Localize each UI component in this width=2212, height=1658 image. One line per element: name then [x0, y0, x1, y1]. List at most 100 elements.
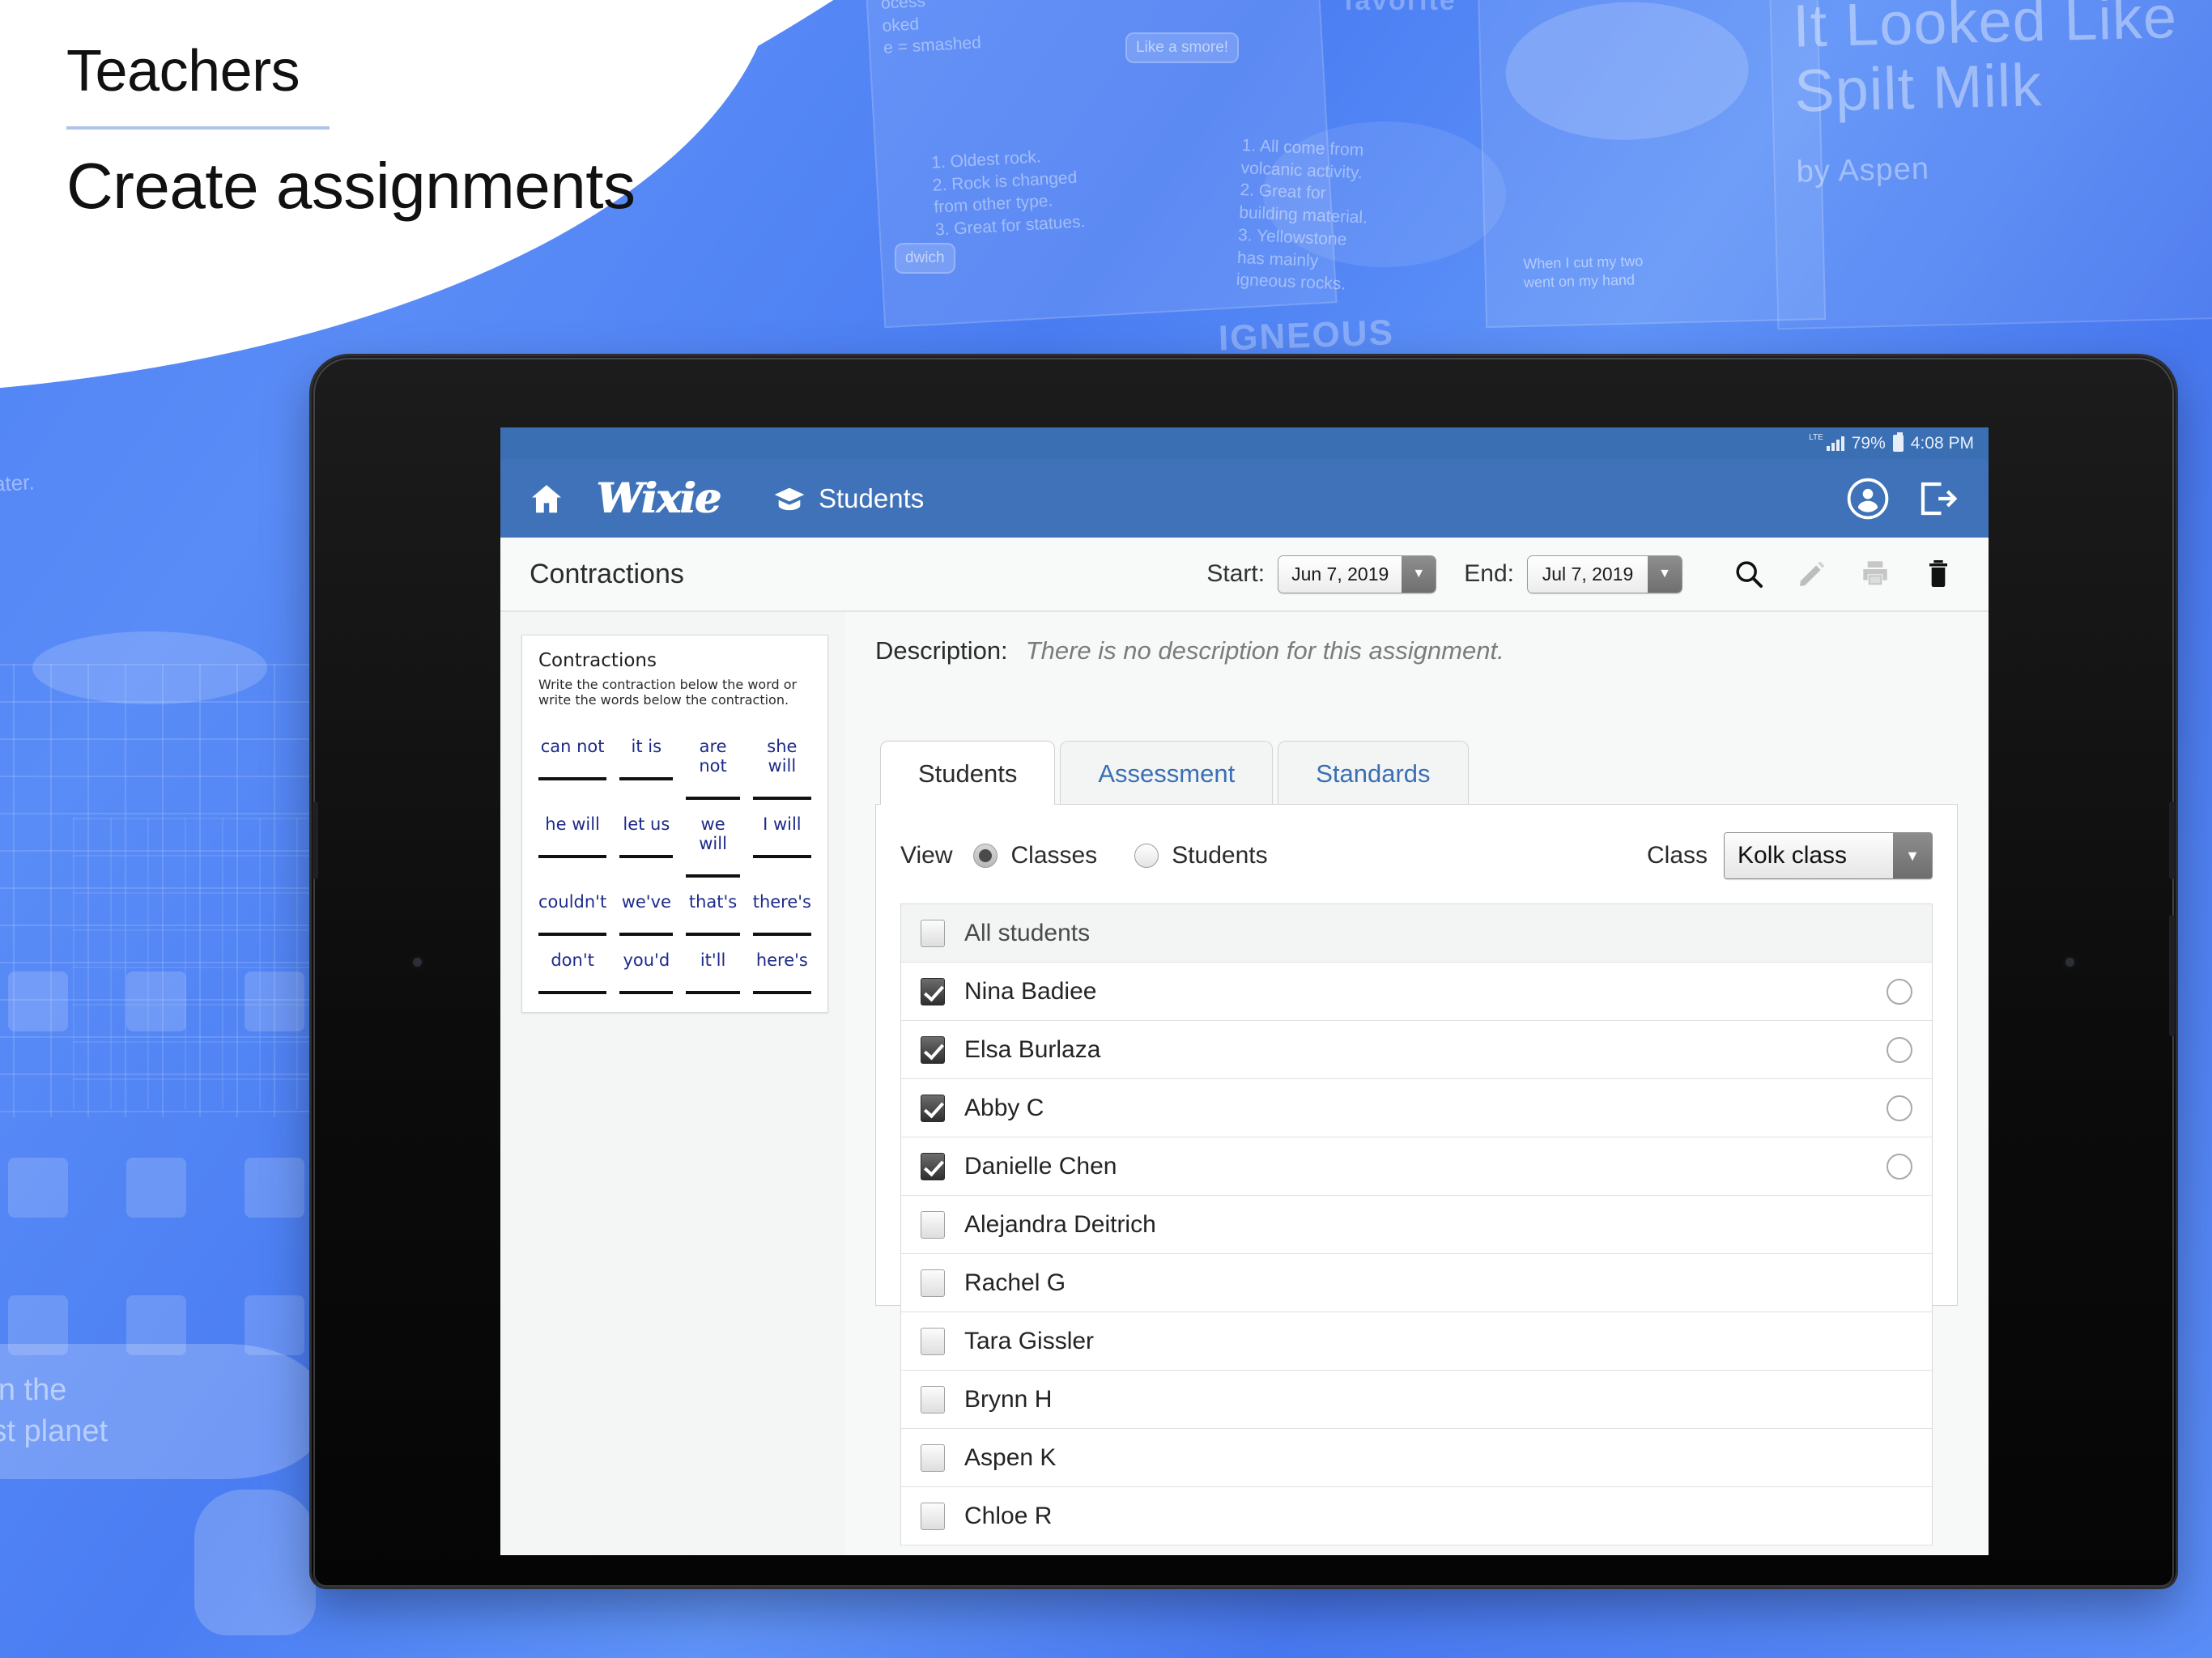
table-row[interactable]: Nina Badiee — [901, 963, 1932, 1021]
table-row[interactable]: Danielle Chen — [901, 1137, 1932, 1196]
status-badge[interactable] — [1887, 1095, 1912, 1121]
table-row[interactable]: Elsa Burlaza — [901, 1021, 1932, 1079]
status-badge[interactable] — [1887, 1036, 1912, 1063]
worksheet-word: don't — [551, 950, 594, 970]
chevron-down-icon: ▼ — [1402, 555, 1436, 593]
student-checkbox[interactable] — [921, 1094, 945, 1122]
worksheet-word: she will — [767, 737, 798, 776]
table-row[interactable]: Aspen K — [901, 1429, 1932, 1487]
student-name: Tara Gissler — [964, 1327, 1095, 1354]
answer-line — [619, 855, 674, 858]
worksheet-cell: there's — [752, 878, 811, 936]
nav-students-label: Students — [818, 483, 925, 513]
student-name: Brynn H — [964, 1385, 1053, 1413]
wixie-logo[interactable]: Wixie — [596, 474, 721, 523]
bg-fragment: ngest planet — [0, 1414, 108, 1449]
start-date-label: Start: — [1206, 560, 1266, 587]
bg-card-spilt-milk: It Looked Like Spilt Milk by Aspen — [1768, 0, 2212, 330]
tab-assessment[interactable]: Assessment — [1060, 741, 1274, 805]
worksheet-word: you'd — [623, 950, 670, 970]
answer-line — [752, 991, 811, 994]
worksheet-panel: Contractions Write the contraction below… — [500, 612, 846, 1555]
worksheet-word: I will — [763, 814, 802, 834]
worksheet-preview[interactable]: Contractions Write the contraction below… — [521, 635, 828, 1013]
details-panel: Description: There is no description for… — [846, 612, 1989, 1555]
worksheet-word: we will — [699, 814, 727, 853]
student-name: Elsa Burlaza — [964, 1035, 1101, 1063]
tab-students[interactable]: Students — [880, 741, 1056, 805]
tab-standards[interactable]: Standards — [1278, 741, 1469, 805]
student-checkbox[interactable] — [921, 1210, 945, 1239]
class-select-value: Kolk class — [1725, 833, 1893, 878]
student-checkbox[interactable] — [921, 1443, 945, 1472]
bg-fragment: elf on the — [0, 1373, 67, 1407]
worksheet-word: that's — [688, 892, 738, 912]
start-date-value: Jun 7, 2019 — [1278, 555, 1402, 593]
status-badge[interactable] — [1887, 1153, 1912, 1180]
clock-time: 4:08 PM — [1910, 433, 1974, 453]
worksheet-word: it'll — [700, 950, 726, 970]
assignment-title: Contractions — [530, 558, 684, 589]
worksheet-cell: that's — [686, 878, 740, 936]
student-name: Danielle Chen — [964, 1152, 1117, 1180]
start-date-picker[interactable]: Jun 7, 2019 ▼ — [1278, 555, 1437, 593]
vertical-scrollbar[interactable] — [1938, 805, 1946, 1305]
student-checkbox[interactable] — [921, 1035, 945, 1064]
delete-trash-icon[interactable] — [1922, 558, 1955, 590]
list-item-all-students[interactable]: All students — [901, 904, 1932, 963]
class-label: Class — [1646, 842, 1708, 869]
end-date-picker[interactable]: Jul 7, 2019 ▼ — [1527, 555, 1682, 593]
worksheet-cell: here's — [752, 936, 811, 994]
radio-classes[interactable] — [973, 844, 998, 868]
status-badge[interactable] — [1887, 978, 1912, 1005]
nav-students[interactable]: Students — [773, 483, 924, 514]
table-row[interactable]: Abby C — [901, 1079, 1932, 1137]
bg-bubble-smore: Like a smore! — [1125, 32, 1240, 63]
answer-line — [538, 855, 607, 858]
answer-line — [619, 991, 674, 994]
table-row[interactable]: Alejandra Deitrich — [901, 1196, 1932, 1254]
bg-word-igneous: IGNEOUS — [1218, 312, 1395, 359]
table-row[interactable]: Tara Gissler — [901, 1312, 1932, 1371]
worksheet-instructions: Write the contraction below the word or … — [538, 677, 798, 708]
worksheet-cell: we will — [686, 800, 740, 878]
student-checkbox[interactable] — [921, 1385, 945, 1414]
worksheet-cell: couldn't — [538, 878, 607, 936]
worksheet-cell: it is — [619, 722, 674, 800]
student-checkbox[interactable] — [921, 977, 945, 1005]
checkbox-all-students[interactable] — [921, 919, 945, 947]
logout-icon[interactable] — [1916, 477, 1959, 521]
worksheet-cell: I will — [752, 800, 811, 878]
worksheet-word: we've — [621, 892, 671, 912]
account-circle-icon[interactable] — [1846, 477, 1890, 521]
table-row[interactable]: Brynn H — [901, 1371, 1932, 1429]
view-controls: View Classes Students Class Kolk class ▼ — [900, 832, 1933, 879]
answer-line — [752, 855, 811, 858]
student-checkbox[interactable] — [921, 1502, 945, 1530]
edit-pencil-icon[interactable] — [1796, 558, 1828, 590]
table-row[interactable]: Rachel G — [901, 1254, 1932, 1312]
description-value: There is no description for this assignm… — [1025, 636, 1504, 665]
bg-fragment: water. — [0, 470, 36, 498]
page-body: Contractions Write the contraction below… — [500, 612, 1989, 1555]
tablet-device: LTE 79% 4:08 PM Wixie Students Contracti… — [312, 356, 2176, 1587]
student-checkbox[interactable] — [921, 1152, 945, 1180]
worksheet-word: here's — [755, 950, 808, 970]
home-icon[interactable] — [528, 480, 565, 517]
app-header-bar: Wixie Students — [500, 459, 1989, 538]
student-checkbox[interactable] — [921, 1269, 945, 1297]
battery-icon — [1892, 432, 1904, 452]
answer-line — [538, 991, 607, 994]
answer-line — [686, 991, 740, 994]
worksheet-cell: it'll — [686, 936, 740, 994]
bg-word-favorite: favorite — [1344, 0, 1457, 16]
student-checkbox[interactable] — [921, 1327, 945, 1355]
print-icon[interactable] — [1859, 558, 1891, 590]
search-icon[interactable] — [1733, 558, 1765, 590]
bg-fragment: When I cut my two — [1523, 252, 1644, 272]
radio-students[interactable] — [1134, 844, 1159, 868]
class-select[interactable]: Kolk class ▼ — [1724, 832, 1933, 879]
bg-bubble-sandwich: dwich — [895, 243, 955, 274]
table-row[interactable]: Chloe R — [901, 1487, 1932, 1545]
battery-percent: 79% — [1851, 433, 1886, 453]
